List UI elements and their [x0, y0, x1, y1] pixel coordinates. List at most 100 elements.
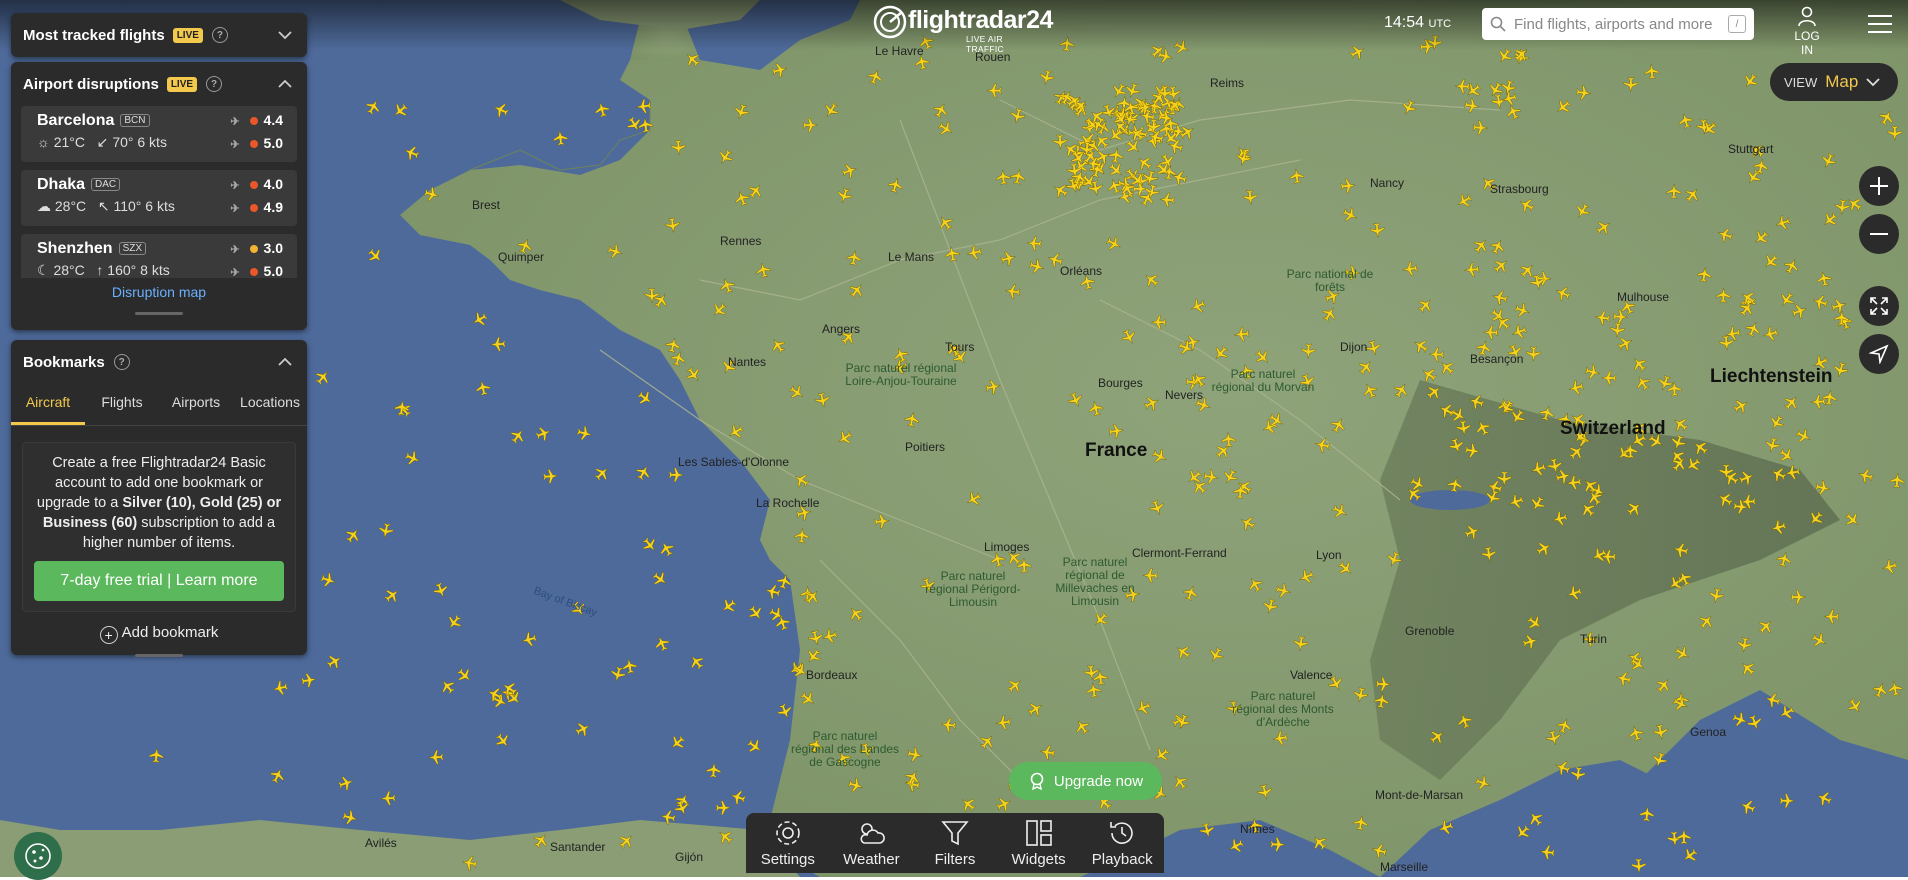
map-label-city: Poitiers — [905, 440, 946, 454]
weather-temp: 21°C — [53, 134, 86, 150]
filters-button[interactable]: Filters — [913, 813, 997, 873]
most-tracked-header[interactable]: Most tracked flights LIVE ? — [11, 13, 307, 57]
search-input[interactable]: Find flights, airports and more — [1514, 16, 1712, 33]
chevron-down-icon[interactable] — [275, 25, 295, 45]
weather-temp: 28°C — [53, 262, 85, 278]
map-label-city: Grenoble — [1405, 624, 1455, 638]
widgets-label: Widgets — [1011, 851, 1066, 868]
bookmarks-title: Bookmarks — [23, 353, 105, 371]
map-label-city: Stuttgart — [1728, 142, 1774, 156]
flightradar24-logo[interactable]: flightradar24 LIVE AIR TRAFFIC — [872, 4, 1053, 54]
departure-icon: ✈ — [230, 116, 240, 128]
playback-label: Playback — [1091, 851, 1153, 868]
airport-city: Barcelona — [37, 112, 115, 129]
disruption-row-dhaka[interactable]: Dhaka DAC ☁ 28°C ↖ 110° 6 kts ✈ 4.0 ✈ 4.9 — [21, 170, 297, 226]
clock-time: 14:54 — [1384, 14, 1425, 31]
help-icon[interactable]: ? — [206, 76, 223, 92]
bottom-toolbar: Settings Weather Filters Widgets Playbac… — [746, 813, 1164, 873]
brand-name: flightradar24 — [908, 6, 1053, 34]
disruption-list: Barcelona BCN ☼ 21°C ↙ 70° 6 kts ✈ 4.4 ✈ 5.… — [11, 106, 307, 278]
weather-temp: 28°C — [54, 198, 87, 214]
chevron-up-icon[interactable] — [275, 352, 295, 372]
zoom-out-button[interactable] — [1859, 214, 1899, 254]
map-label-park: Parc naturel régional des Landes de Gasc… — [790, 729, 900, 769]
add-bookmark-button[interactable]: + Add bookmark — [11, 612, 307, 654]
weather-wind: 160° 8 kts — [107, 262, 170, 278]
map-label-city: Avilés — [365, 836, 397, 850]
free-trial-button[interactable]: 7-day free trial | Learn more — [34, 561, 284, 601]
score-value: 5.0 — [263, 263, 283, 278]
chevron-down-icon — [1866, 78, 1880, 87]
playback-icon — [1110, 822, 1133, 844]
score-dot — [249, 117, 258, 125]
view-selector[interactable]: VIEW Map — [1770, 63, 1898, 101]
disruptions-header[interactable]: Airport disruptions LIVE ? — [11, 62, 307, 106]
departure-score: ✈ 4.0 — [230, 176, 283, 192]
map-label-city: La Rochelle — [756, 496, 820, 510]
plus-icon — [1870, 177, 1888, 195]
disruption-map-link[interactable]: Disruption map — [11, 278, 307, 312]
search-box[interactable]: Find flights, airports and more / — [1482, 8, 1754, 40]
map-label-city: Marseille — [1380, 860, 1429, 874]
arrival-icon: ✈ — [230, 139, 240, 151]
tab-locations[interactable]: Locations — [233, 384, 307, 425]
logo-icon — [873, 5, 907, 39]
map-label-park: Parc naturel régional du Morvan — [1211, 367, 1315, 394]
airport-code: DAC — [91, 178, 121, 191]
user-icon — [1798, 6, 1816, 27]
tab-airports[interactable]: Airports — [159, 384, 233, 425]
map-label-city: Nevers — [1165, 388, 1204, 402]
upgrade-now-button[interactable]: Upgrade now — [1009, 762, 1162, 800]
resize-handle[interactable] — [135, 654, 183, 657]
badge-icon — [1030, 772, 1044, 790]
map-label-city: Bordeaux — [806, 668, 858, 682]
gear-icon — [775, 821, 800, 845]
widgets-icon — [1025, 820, 1052, 846]
help-icon[interactable]: ? — [211, 27, 228, 43]
utc-clock: 14:54 UTC — [1384, 14, 1451, 32]
cookie-icon — [25, 843, 51, 869]
map-label-city: Besançon — [1470, 352, 1524, 366]
map-label-city: Genoa — [1690, 725, 1727, 739]
airport-city: Dhaka — [37, 176, 86, 193]
map-label-city: Gijón — [675, 850, 704, 864]
map-label-france: France — [1085, 440, 1148, 461]
most-tracked-panel[interactable]: Most tracked flights LIVE ? — [11, 13, 307, 57]
playback-button[interactable]: Playback — [1080, 813, 1164, 873]
bookmarks-header[interactable]: Bookmarks ? — [11, 340, 307, 384]
resize-handle[interactable] — [135, 312, 183, 315]
weather-button[interactable]: Weather — [830, 813, 914, 873]
map-label-city: Limoges — [984, 540, 1030, 554]
clock-timezone: UTC — [1428, 18, 1452, 30]
departure-score: ✈ 4.4 — [230, 112, 283, 128]
disruptions-title: Airport disruptions — [23, 75, 159, 93]
map-label-city: Tours — [945, 340, 975, 354]
weather-wind: 70° 6 kts — [112, 134, 167, 150]
map-label-city: Nancy — [1370, 176, 1405, 190]
weather-icon — [860, 823, 886, 844]
settings-button[interactable]: Settings — [746, 813, 830, 873]
map-label-city: Quimper — [498, 250, 545, 264]
tab-flights[interactable]: Flights — [85, 384, 159, 425]
map-label-park: Parc naturel régional Loire-Anjou-Tourai… — [845, 361, 957, 388]
disruption-row-barcelona[interactable]: Barcelona BCN ☼ 21°C ↙ 70° 6 kts ✈ 4.4 ✈ 5.… — [21, 106, 297, 162]
filters-label: Filters — [934, 851, 976, 868]
map-label-city: Le Mans — [888, 250, 935, 264]
help-icon[interactable]: ? — [113, 354, 130, 370]
disruption-row-shenzhen[interactable]: Shenzhen SZX ☾ 28°C ↑ 160° 8 kts ✈ 3.0 ✈ 5.… — [21, 234, 297, 278]
chevron-up-icon[interactable] — [275, 74, 295, 94]
tab-aircraft[interactable]: Aircraft — [11, 384, 85, 425]
search-shortcut-key: / — [1728, 15, 1746, 33]
my-location-button[interactable] — [1859, 334, 1899, 374]
zoom-in-button[interactable] — [1859, 166, 1899, 206]
fullscreen-button[interactable] — [1859, 286, 1899, 326]
cookie-settings-button[interactable] — [14, 832, 62, 880]
widgets-button[interactable]: Widgets — [997, 813, 1081, 873]
hamburger-icon[interactable] — [1868, 14, 1892, 34]
view-label: VIEW — [1784, 74, 1818, 90]
login-button[interactable]: LOG IN — [1787, 6, 1827, 57]
map-label-city: Valence — [1290, 668, 1333, 682]
add-bookmark-label: Add bookmark — [121, 624, 219, 641]
score-value: 4.4 — [263, 112, 283, 128]
airport-code: SZX — [118, 242, 147, 255]
